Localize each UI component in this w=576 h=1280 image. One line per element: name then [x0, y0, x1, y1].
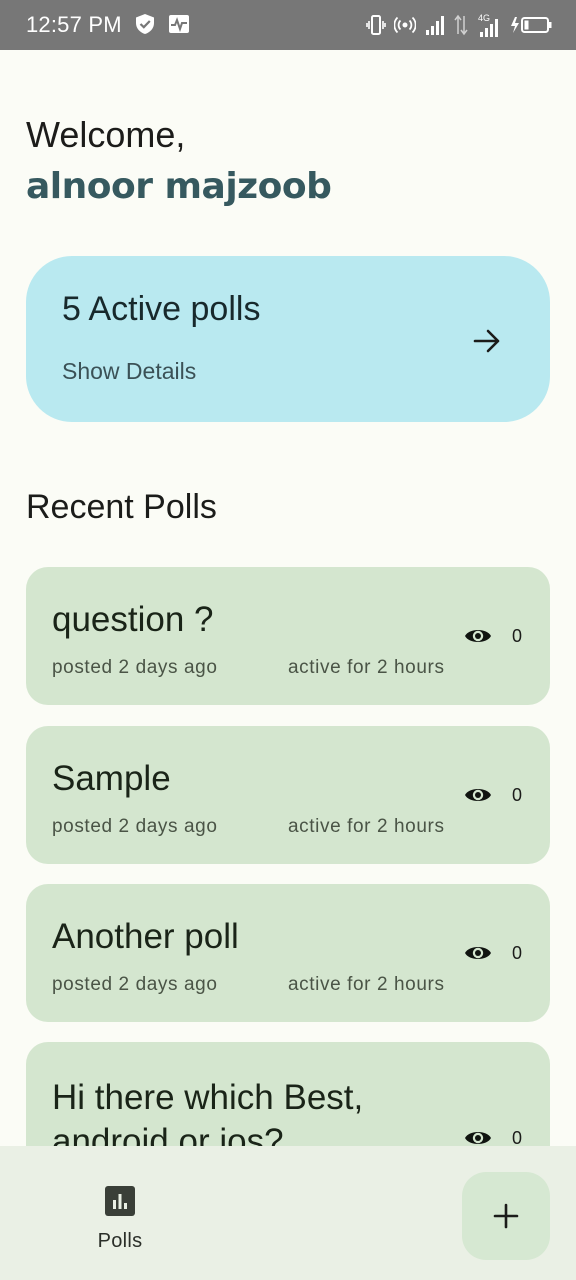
recent-polls-title: Recent Polls — [26, 488, 217, 526]
data-transfer-icon — [454, 14, 468, 36]
vibrate-icon — [366, 15, 386, 35]
welcome-label: Welcome, — [26, 114, 186, 155]
shield-icon — [136, 14, 154, 34]
poll-card[interactable]: Sample posted 2 days ago active for 2 ho… — [26, 726, 550, 864]
eye-icon — [465, 630, 491, 642]
hotspot-icon — [394, 16, 416, 34]
eye-icon — [465, 947, 491, 959]
bottom-navigation: Polls — [0, 1146, 576, 1280]
active-polls-count: 5 Active polls — [62, 290, 261, 328]
arrow-right-icon[interactable] — [472, 326, 502, 356]
add-poll-button[interactable] — [462, 1172, 550, 1260]
active-polls-card[interactable]: 5 Active polls Show Details — [26, 256, 550, 422]
poll-posted-time: posted 2 days ago — [52, 816, 218, 837]
status-time: 12:57 PM — [26, 12, 122, 37]
user-name: alnoor majzoob — [26, 166, 332, 207]
poll-question: question ? — [52, 600, 214, 639]
signal-4g-icon: 4G — [478, 13, 498, 37]
poll-question: Sample — [52, 759, 171, 798]
poll-question: Another poll — [52, 917, 239, 956]
status-icons: 4G — [366, 12, 552, 38]
show-details-link[interactable]: Show Details — [62, 358, 196, 385]
poll-active-duration: active for 2 hours — [288, 657, 445, 678]
status-bar: 12:57 PM 4G — [0, 0, 576, 50]
svg-text:4G: 4G — [478, 13, 490, 23]
poll-card[interactable]: question ? posted 2 days ago active for … — [26, 567, 550, 705]
plus-icon — [493, 1203, 519, 1229]
poll-view-count: 0 — [512, 785, 523, 805]
nav-label-polls: Polls — [97, 1230, 143, 1252]
poll-card[interactable]: Another poll posted 2 days ago active fo… — [26, 884, 550, 1022]
bar-chart-icon — [105, 1186, 135, 1216]
signal-icon — [426, 16, 444, 35]
poll-view-count: 0 — [512, 943, 523, 963]
poll-active-duration: active for 2 hours — [288, 974, 445, 995]
nav-item-polls[interactable]: Polls — [68, 1174, 172, 1254]
poll-view-count: 0 — [512, 626, 523, 646]
poll-active-duration: active for 2 hours — [288, 816, 445, 837]
activity-monitor-icon — [169, 15, 189, 33]
eye-icon — [465, 789, 491, 801]
poll-posted-time: posted 2 days ago — [52, 657, 218, 678]
battery-charging-icon — [511, 17, 552, 33]
poll-posted-time: posted 2 days ago — [52, 974, 218, 995]
